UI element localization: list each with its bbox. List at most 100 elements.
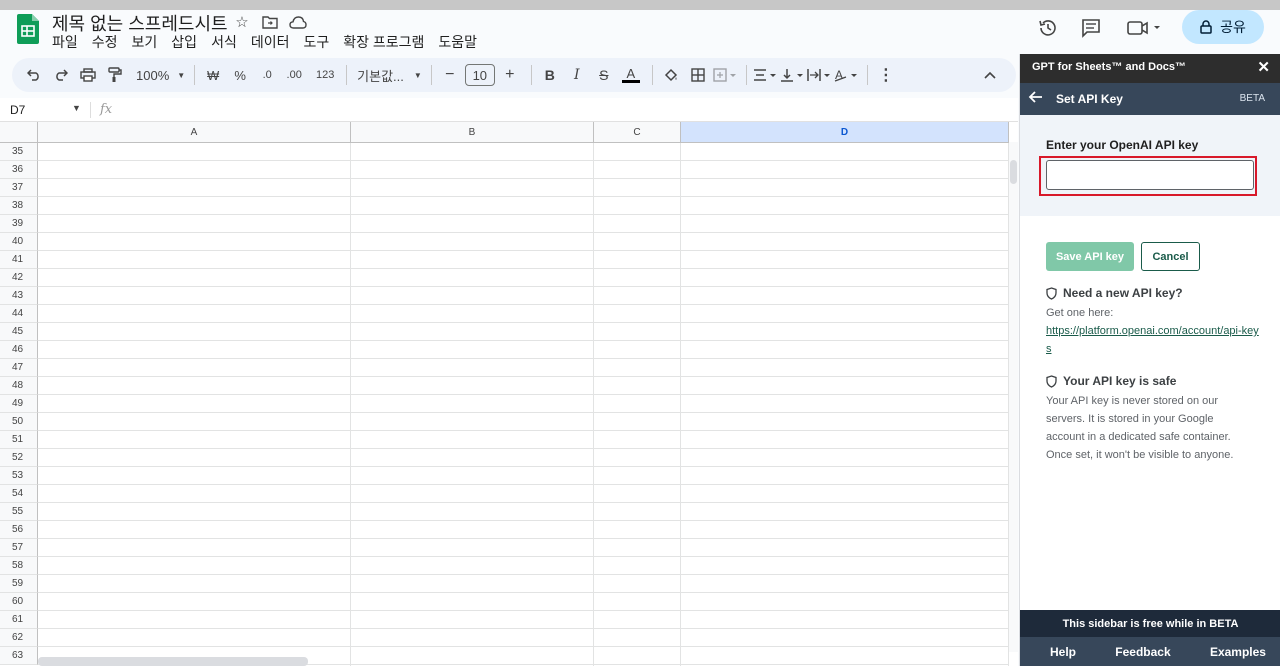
- merge-cells-icon[interactable]: [713, 62, 737, 88]
- row-header[interactable]: 63: [0, 647, 38, 665]
- toolbar-divider: [194, 65, 196, 85]
- menu-data[interactable]: 데이터: [251, 32, 297, 52]
- column-header-b[interactable]: B: [351, 122, 594, 143]
- row-header[interactable]: 61: [0, 611, 38, 629]
- spreadsheet-grid[interactable]: A B C D 35 36 37 38 39 40 41 42 43 44 45 46 47 48 49 50…: [0, 122, 1018, 666]
- footer-examples-link[interactable]: Examples: [1210, 645, 1266, 659]
- fill-color-icon[interactable]: [659, 62, 683, 88]
- column-header-a[interactable]: A: [38, 122, 351, 143]
- text-wrapping-icon[interactable]: [807, 62, 831, 88]
- row-header[interactable]: 53: [0, 467, 38, 485]
- menu-format[interactable]: 서식: [211, 32, 244, 52]
- row-header[interactable]: 57: [0, 539, 38, 557]
- redo-icon[interactable]: [49, 62, 73, 88]
- sidebar-nav: Set API Key BETA: [1020, 83, 1280, 115]
- row-header[interactable]: 44: [0, 305, 38, 323]
- undo-icon[interactable]: [22, 62, 46, 88]
- vertical-scrollbar-thumb[interactable]: [1010, 160, 1017, 184]
- bold-button[interactable]: B: [538, 62, 562, 88]
- borders-icon[interactable]: [686, 62, 710, 88]
- back-arrow-icon[interactable]: [1028, 89, 1044, 110]
- row-header[interactable]: 62: [0, 629, 38, 647]
- row-header[interactable]: 36: [0, 161, 38, 179]
- menu-view[interactable]: 보기: [132, 32, 165, 52]
- row-header[interactable]: 46: [0, 341, 38, 359]
- row-header[interactable]: 54: [0, 485, 38, 503]
- menu-tools[interactable]: 도구: [303, 32, 336, 52]
- name-box[interactable]: D7: [10, 103, 25, 117]
- row-header[interactable]: 51: [0, 431, 38, 449]
- cloud-saved-icon[interactable]: [288, 12, 308, 32]
- row-header[interactable]: 40: [0, 233, 38, 251]
- row-header[interactable]: 55: [0, 503, 38, 521]
- row-header[interactable]: 47: [0, 359, 38, 377]
- row-header[interactable]: 39: [0, 215, 38, 233]
- meet-video-icon[interactable]: [1126, 16, 1162, 40]
- row-header[interactable]: 42: [0, 269, 38, 287]
- collapse-toolbar-icon[interactable]: [978, 62, 1002, 88]
- row-header[interactable]: 58: [0, 557, 38, 575]
- decrease-decimal-button[interactable]: .0: [255, 62, 279, 88]
- comments-icon[interactable]: [1079, 16, 1103, 40]
- row-header[interactable]: 35: [0, 143, 38, 161]
- footer-feedback-link[interactable]: Feedback: [1115, 645, 1170, 659]
- text-color-swatch: [621, 80, 640, 83]
- row-header[interactable]: 50: [0, 413, 38, 431]
- footer-help-link[interactable]: Help: [1050, 645, 1076, 659]
- number-format-button[interactable]: 123: [313, 62, 337, 88]
- row-header[interactable]: 38: [0, 197, 38, 215]
- menu-extensions[interactable]: 확장 프로그램: [343, 32, 431, 52]
- cancel-button[interactable]: Cancel: [1141, 242, 1200, 271]
- menu-file[interactable]: 파일: [52, 32, 85, 52]
- version-history-icon[interactable]: [1036, 16, 1060, 40]
- shield-icon: [1046, 374, 1057, 388]
- close-icon[interactable]: ✕: [1257, 54, 1270, 81]
- row-header[interactable]: 43: [0, 287, 38, 305]
- api-keys-link[interactable]: https://platform.openai.com/account/api-…: [1046, 322, 1261, 358]
- increase-decimal-button[interactable]: .00: [282, 62, 306, 88]
- menu-help[interactable]: 도움말: [438, 32, 484, 52]
- italic-button[interactable]: I: [565, 62, 589, 88]
- row-header[interactable]: 52: [0, 449, 38, 467]
- horizontal-scrollbar-thumb[interactable]: [38, 657, 308, 666]
- more-options-icon[interactable]: ⋮: [874, 62, 898, 88]
- vertical-align-icon[interactable]: [780, 62, 804, 88]
- gridline: [593, 143, 594, 666]
- font-size-increase-button[interactable]: +: [498, 62, 522, 88]
- strikethrough-button[interactable]: S: [592, 62, 616, 88]
- zoom-select[interactable]: 100% ▼: [136, 62, 185, 88]
- share-button[interactable]: 공유: [1182, 10, 1264, 44]
- font-family-select[interactable]: 기본값... ▼: [357, 62, 422, 88]
- sheets-logo-icon[interactable]: [17, 14, 39, 44]
- row-header[interactable]: 49: [0, 395, 38, 413]
- font-size-input[interactable]: 10: [464, 64, 495, 86]
- vertical-scrollbar-track[interactable]: [1009, 142, 1018, 652]
- text-rotation-icon[interactable]: A: [834, 62, 858, 88]
- row-header[interactable]: 37: [0, 179, 38, 197]
- row-header[interactable]: 59: [0, 575, 38, 593]
- font-size-decrease-button[interactable]: −: [438, 62, 462, 88]
- row-header[interactable]: 45: [0, 323, 38, 341]
- api-key-input[interactable]: [1046, 160, 1254, 190]
- column-header-d[interactable]: D: [681, 122, 1009, 143]
- percent-format-button[interactable]: %: [228, 62, 252, 88]
- chevron-down-icon[interactable]: ▼: [72, 103, 81, 113]
- print-icon[interactable]: [76, 62, 100, 88]
- horizontal-align-icon[interactable]: [753, 62, 777, 88]
- row-header[interactable]: 60: [0, 593, 38, 611]
- row-header[interactable]: 48: [0, 377, 38, 395]
- move-folder-icon[interactable]: [260, 12, 280, 32]
- row-header[interactable]: 41: [0, 251, 38, 269]
- menu-insert[interactable]: 삽입: [171, 32, 204, 52]
- star-icon[interactable]: ☆: [232, 12, 252, 32]
- save-api-key-button[interactable]: Save API key: [1046, 242, 1134, 271]
- select-all-corner[interactable]: [0, 122, 38, 143]
- browser-top-strip: [0, 0, 1280, 10]
- text-color-button[interactable]: A: [619, 62, 643, 88]
- row-header[interactable]: 56: [0, 521, 38, 539]
- safe-heading-row: Your API key is safe: [1046, 374, 1176, 388]
- currency-format-button[interactable]: ₩: [201, 62, 225, 88]
- menu-edit[interactable]: 수정: [92, 32, 125, 52]
- column-header-c[interactable]: C: [594, 122, 681, 143]
- paint-format-icon[interactable]: [103, 62, 127, 88]
